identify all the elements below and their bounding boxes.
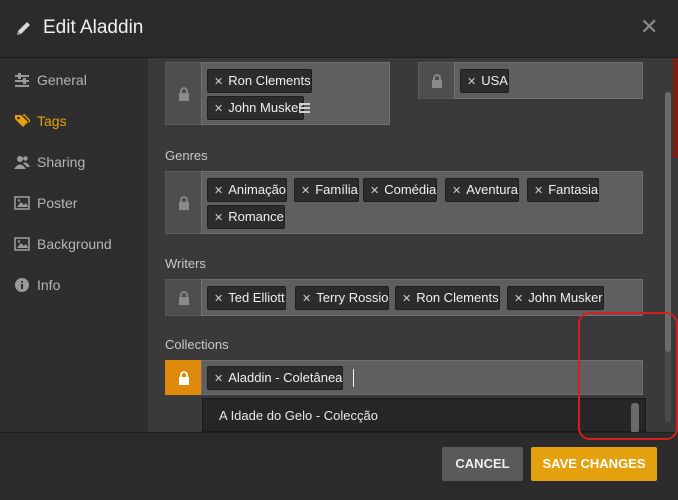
background-edge: [673, 58, 678, 158]
remove-tag-icon[interactable]: ✕: [214, 76, 223, 88]
tag-chip[interactable]: ✕ Animação: [207, 178, 288, 202]
lock-toggle[interactable]: [165, 279, 201, 316]
remove-tag-icon[interactable]: ✕: [402, 293, 411, 305]
sidebar: General Tags Sharing Poster Background I…: [0, 58, 148, 432]
save-changes-button[interactable]: SAVE CHANGES: [531, 447, 657, 481]
sidebar-item-tags[interactable]: Tags: [0, 105, 148, 139]
collections-field[interactable]: ✕ Aladdin - Coletânea: [201, 360, 643, 395]
sidebar-item-label: General: [37, 72, 87, 88]
remove-tag-icon[interactable]: ✕: [301, 185, 310, 197]
remove-tag-icon[interactable]: ✕: [514, 293, 523, 305]
lock-toggle[interactable]: [418, 62, 454, 99]
scrollbar-thumb[interactable]: [665, 92, 671, 352]
text-caret: [353, 369, 354, 387]
lock-toggle[interactable]: [165, 171, 201, 234]
sidebar-item-poster[interactable]: Poster: [0, 187, 148, 221]
genres-field[interactable]: ✕ Animação ✕ Família ✕ Comédia ✕ Aventura ✕ F…: [201, 171, 643, 234]
lock-icon: [179, 291, 189, 305]
sidebar-item-label: Poster: [37, 195, 78, 211]
dialog-footer: CANCEL SAVE CHANGES: [0, 432, 678, 500]
sidebar-item-label: Sharing: [37, 154, 86, 170]
writers-label: Writers: [165, 256, 206, 271]
sidebar-item-label: Background: [37, 236, 112, 252]
lock-icon: [179, 371, 189, 385]
lock-icon: [179, 87, 189, 101]
pencil-icon: [17, 22, 30, 35]
tag-chip[interactable]: ✕ Romance: [207, 205, 285, 229]
tag-chip[interactable]: ✕ Comédia: [363, 178, 438, 202]
image-icon: [14, 237, 30, 251]
tag-chip[interactable]: ✕ Ron Clements: [395, 286, 500, 310]
remove-tag-icon[interactable]: ✕: [214, 293, 223, 305]
panel-scrollbar[interactable]: [665, 92, 671, 422]
tag-chip[interactable]: ✕ Aladdin - Coletânea: [207, 366, 344, 390]
tags-icon: [15, 114, 30, 127]
users-icon: [14, 156, 30, 169]
collections-label: Collections: [165, 337, 229, 352]
dialog-title: Edit Aladdin: [43, 17, 144, 38]
sidebar-item-label: Tags: [37, 113, 67, 129]
tag-chip[interactable]: ✕ USA: [460, 69, 509, 93]
sidebar-item-general[interactable]: General: [0, 64, 148, 98]
tag-chip[interactable]: ✕ Ron Clements: [207, 69, 312, 93]
remove-tag-icon[interactable]: ✕: [370, 185, 379, 197]
list-icon: [299, 103, 310, 113]
tag-chip[interactable]: ✕ Fantasia: [527, 178, 600, 202]
dropdown-scrollbar[interactable]: [631, 403, 639, 432]
close-icon[interactable]: ✕: [640, 16, 658, 38]
collections-suggestions: A Idade do Gelo - Colecção: [202, 398, 646, 432]
remove-tag-icon[interactable]: ✕: [214, 103, 223, 115]
sliders-icon: [15, 73, 29, 87]
remove-tag-icon[interactable]: ✕: [214, 185, 223, 197]
suggestion-item[interactable]: A Idade do Gelo - Colecção: [219, 408, 378, 423]
remove-tag-icon[interactable]: ✕: [467, 76, 476, 88]
remove-tag-icon[interactable]: ✕: [302, 293, 311, 305]
lock-icon: [432, 74, 442, 88]
lock-toggle[interactable]: [165, 62, 201, 125]
tag-chip[interactable]: ✕ Ted Elliott: [207, 286, 286, 310]
tag-chip[interactable]: ✕ Terry Rossio: [295, 286, 390, 310]
remove-tag-icon[interactable]: ✕: [534, 185, 543, 197]
sidebar-item-sharing[interactable]: Sharing: [0, 146, 148, 180]
remove-tag-icon[interactable]: ✕: [214, 373, 223, 385]
info-icon: [15, 278, 29, 292]
sidebar-item-background[interactable]: Background: [0, 228, 148, 262]
lock-toggle-active[interactable]: [165, 360, 201, 395]
sidebar-item-label: Info: [37, 277, 61, 293]
remove-tag-icon[interactable]: ✕: [214, 212, 223, 224]
image-icon: [14, 196, 30, 210]
lock-icon: [179, 196, 189, 210]
tag-chip[interactable]: ✕ John Musker: [507, 286, 604, 310]
tag-chip[interactable]: ✕ John Musker: [207, 96, 304, 120]
dialog-header: Edit Aladdin ✕: [0, 0, 678, 58]
tag-chip[interactable]: ✕ Família: [294, 178, 359, 202]
genres-label: Genres: [165, 148, 208, 163]
sidebar-item-info[interactable]: Info: [0, 269, 148, 303]
tags-panel: ✕ Ron Clements ✕ John Musker ✕ USA Genres ✕…: [148, 58, 678, 432]
tag-chip[interactable]: ✕ Aventura: [445, 178, 520, 202]
countries-field[interactable]: ✕ USA: [454, 62, 643, 99]
writers-field[interactable]: ✕ Ted Elliott ✕ Terry Rossio ✕ Ron Clements…: [201, 279, 643, 316]
cancel-button[interactable]: CANCEL: [442, 447, 523, 481]
remove-tag-icon[interactable]: ✕: [452, 185, 461, 197]
directors-field[interactable]: ✕ Ron Clements ✕ John Musker: [201, 62, 390, 125]
